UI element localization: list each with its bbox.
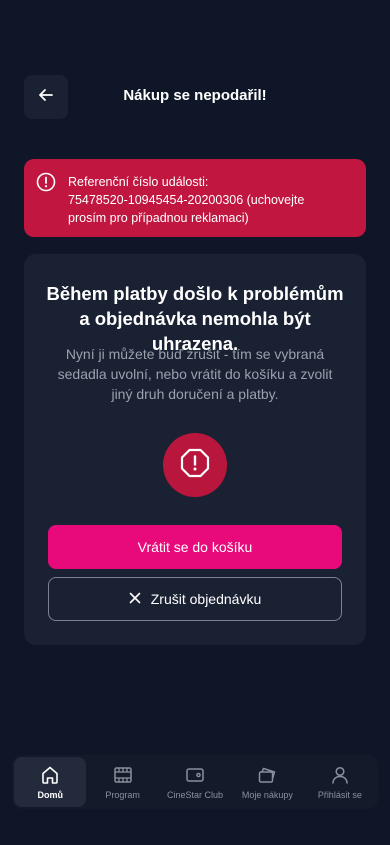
status-badge — [163, 433, 227, 497]
card-desc-line-3: jiný druh doručení a platby. — [111, 386, 279, 402]
return-to-cart-button[interactable]: Vrátit se do košíku — [48, 525, 342, 569]
page-title: Nákup se nepodařil! — [123, 87, 267, 104]
nav-label-cinestar-club: CineStar Club — [167, 789, 224, 800]
card-desc-line-1: Nyní ji můžete buď zrušit - tím se vybra… — [65, 346, 325, 362]
error-line-3: prosím pro případnou reklamaci) — [68, 211, 249, 225]
card-description: Nyní ji můžete buď zrušit - tím se vybra… — [42, 344, 348, 404]
error-line-1: Referenční číslo události: — [68, 175, 209, 189]
wallet-card-icon — [185, 765, 205, 785]
nav-item-my-purchases[interactable]: Moje nákupy — [231, 757, 303, 807]
purchase-failed-screen: Nákup se nepodařil! Referenční číslo udá… — [0, 0, 390, 845]
card-desc-line-2: sedadla uvolní, nebo vrátit do košíku a … — [57, 366, 333, 382]
close-icon — [129, 591, 141, 607]
alert-circle-icon — [36, 172, 56, 192]
nav-item-login[interactable]: Přihlásit se — [304, 757, 376, 807]
card-title-line-1: Během platby došlo k problémům — [46, 283, 344, 304]
nav-label-home: Domů — [37, 789, 63, 800]
user-icon — [330, 765, 350, 785]
payment-error-card: Během platby došlo k problémům a objedná… — [24, 254, 366, 645]
nav-label-login: Přihlásit se — [317, 789, 362, 800]
nav-item-home[interactable]: Domů — [14, 757, 87, 807]
nav-item-cinestar-club[interactable]: CineStar Club — [159, 757, 231, 807]
bottom-navigation: Domů Program CineStar Club Moje nákupy P… — [12, 755, 378, 809]
error-reference-text: Referenční číslo události: 75478520-1094… — [68, 173, 350, 227]
nav-label-program: Program — [105, 789, 140, 800]
alert-octagon-icon — [180, 448, 210, 483]
cancel-order-label: Zrušit objednávku — [150, 591, 262, 607]
tickets-icon — [257, 765, 277, 785]
cancel-order-button[interactable]: Zrušit objednávku — [48, 577, 342, 621]
error-banner: Referenční číslo události: 75478520-1094… — [24, 159, 366, 237]
film-icon — [113, 765, 133, 785]
nav-item-program[interactable]: Program — [86, 757, 158, 807]
header: Nákup se nepodařil! — [24, 75, 366, 119]
home-icon — [40, 765, 60, 785]
nav-label-my-purchases: Moje nákupy — [241, 789, 293, 800]
error-line-2: 75478520-10945454-20200306 (uchovejte — [68, 193, 305, 207]
